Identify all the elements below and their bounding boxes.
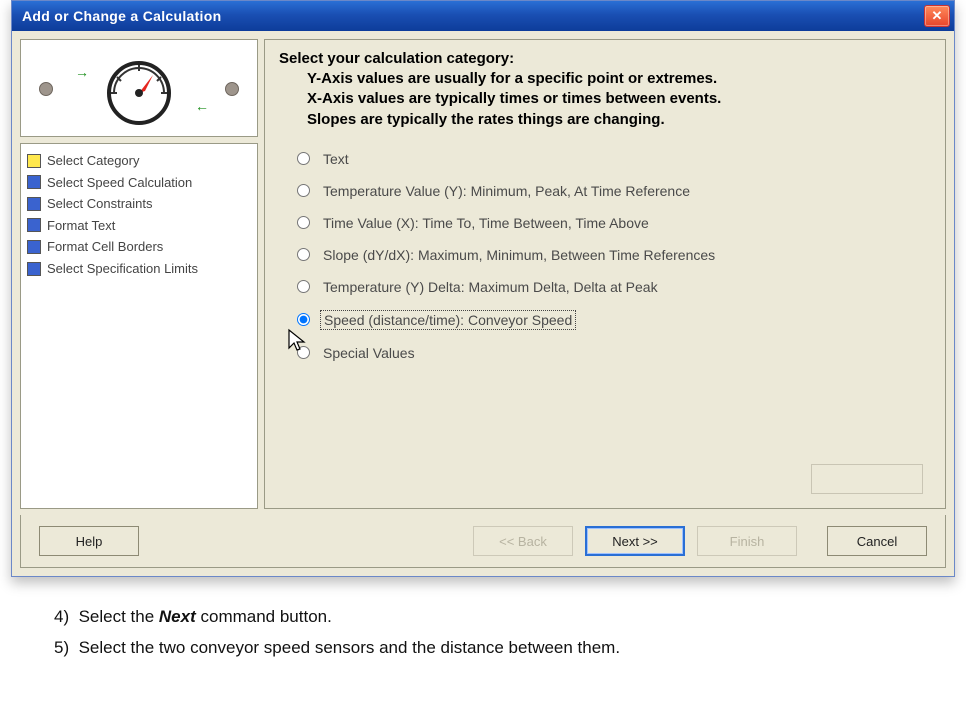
step-marker-icon (27, 154, 41, 168)
instruction-text: Select the two conveyor speed sensors an… (79, 638, 621, 657)
wizard-step[interactable]: Select Category (25, 150, 253, 172)
radio-option-text[interactable]: Text (297, 150, 931, 168)
dialog-window: Add or Change a Calculation ✕ → ← (11, 0, 955, 577)
radio-label: Speed (distance/time): Conveyor Speed (320, 310, 576, 330)
left-column: → ← (20, 39, 258, 509)
step-marker-icon (27, 240, 41, 254)
step-label: Select Category (47, 152, 140, 170)
finish-button: Finish (697, 526, 797, 556)
step-label: Select Speed Calculation (47, 174, 192, 192)
wizard-step[interactable]: Select Constraints (25, 193, 253, 215)
step-marker-icon (27, 262, 41, 276)
main-subheading: X-Axis values are typically times or tim… (307, 89, 931, 109)
radio-option-temperature-y[interactable]: Temperature Value (Y): Minimum, Peak, At… (297, 182, 931, 200)
radio-label: Temperature Value (Y): Minimum, Peak, At… (320, 182, 693, 200)
instruction-text: command button. (196, 607, 332, 626)
instruction-number: 4) (54, 607, 69, 626)
instruction-command: Next (159, 607, 196, 626)
next-button[interactable]: Next >> (585, 526, 685, 556)
gauge-post-right (225, 82, 239, 96)
disabled-speed-type-group (811, 458, 923, 494)
main-heading: Select your calculation category: (279, 50, 931, 67)
radio-input[interactable] (297, 152, 310, 165)
titlebar[interactable]: Add or Change a Calculation ✕ (12, 1, 954, 31)
instruction-number: 5) (54, 638, 69, 657)
radio-option-slope[interactable]: Slope (dY/dX): Maximum, Minimum, Between… (297, 246, 931, 264)
step-label: Format Text (47, 217, 115, 235)
radio-label: Temperature (Y) Delta: Maximum Delta, De… (320, 278, 661, 296)
radio-input[interactable] (297, 184, 310, 197)
radio-input[interactable] (297, 280, 310, 293)
wizard-step[interactable]: Format Cell Borders (25, 236, 253, 258)
arrow-icon: ← (195, 98, 209, 114)
main-subheading: Slopes are typically the rates things ar… (307, 110, 931, 130)
radio-label: Text (320, 150, 352, 168)
wizard-step-list: Select Category Select Speed Calculation… (20, 143, 258, 509)
gauge-post-left (39, 82, 53, 96)
radio-group-category: Text Temperature Value (Y): Minimum, Pea… (297, 150, 931, 362)
radio-option-special[interactable]: Special Values (297, 344, 931, 362)
wizard-step[interactable]: Select Speed Calculation (25, 172, 253, 194)
instruction-list: 4) Select the Next command button. 5) Se… (54, 603, 960, 661)
radio-option-time-x[interactable]: Time Value (X): Time To, Time Between, T… (297, 214, 931, 232)
radio-input[interactable] (297, 248, 310, 261)
instruction-item: 5) Select the two conveyor speed sensors… (54, 634, 960, 661)
wizard-step[interactable]: Format Text (25, 215, 253, 237)
radio-option-speed[interactable]: Speed (distance/time): Conveyor Speed (297, 310, 931, 330)
speedometer-icon (91, 51, 187, 125)
window-title: Add or Change a Calculation (22, 8, 221, 24)
disabled-dropdown (811, 464, 923, 494)
dialog-footer: Help << Back Next >> Finish Cancel (20, 515, 946, 568)
radio-input[interactable] (297, 346, 310, 359)
step-label: Select Constraints (47, 195, 153, 213)
gauge-graphic: → ← (20, 39, 258, 137)
arrow-icon: → (75, 64, 89, 80)
step-marker-icon (27, 197, 41, 211)
main-subheading: Y-Axis values are usually for a specific… (307, 69, 931, 89)
radio-label: Slope (dY/dX): Maximum, Minimum, Between… (320, 246, 718, 264)
client-area: → ← (12, 31, 954, 576)
radio-input[interactable] (297, 216, 310, 229)
step-marker-icon (27, 175, 41, 189)
instruction-item: 4) Select the Next command button. (54, 603, 960, 630)
step-marker-icon (27, 218, 41, 232)
cancel-button[interactable]: Cancel (827, 526, 927, 556)
main-pane: Select your calculation category: Y-Axis… (264, 39, 946, 509)
radio-input[interactable] (297, 313, 310, 326)
radio-option-temperature-delta[interactable]: Temperature (Y) Delta: Maximum Delta, De… (297, 278, 931, 296)
close-button[interactable]: ✕ (924, 5, 950, 27)
wizard-step[interactable]: Select Specification Limits (25, 258, 253, 280)
back-button: << Back (473, 526, 573, 556)
upper-panes: → ← (20, 39, 946, 509)
close-icon: ✕ (932, 8, 943, 24)
instruction-text: Select the (79, 607, 159, 626)
help-button[interactable]: Help (39, 526, 139, 556)
radio-label: Special Values (320, 344, 418, 362)
step-label: Format Cell Borders (47, 238, 163, 256)
radio-label: Time Value (X): Time To, Time Between, T… (320, 214, 652, 232)
step-label: Select Specification Limits (47, 260, 198, 278)
